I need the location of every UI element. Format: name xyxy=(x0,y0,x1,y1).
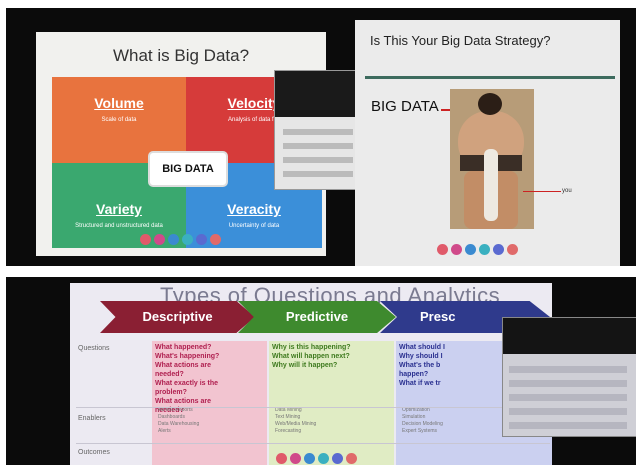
stage-predictive: Predictive xyxy=(238,301,396,333)
toolbar-button[interactable] xyxy=(318,453,329,464)
bottom-photo-panel: Types of Questions and Analytics Descrip… xyxy=(6,277,636,465)
video-participants-overlay[interactable] xyxy=(274,70,364,190)
big-data-label: BIG DATA xyxy=(371,98,439,115)
toolbar-button[interactable] xyxy=(140,234,151,245)
quadrant-label: Volume xyxy=(94,95,144,111)
toolbar-button[interactable] xyxy=(507,244,518,255)
participant-row[interactable] xyxy=(283,129,353,135)
presentation-toolbar xyxy=(437,244,518,255)
predictive-column: Why is this happening? What will happen … xyxy=(269,341,394,465)
toolbar-button[interactable] xyxy=(332,453,343,464)
quadrant-sublabel: Uncertainty of data xyxy=(228,223,280,229)
pointer-line xyxy=(523,191,561,192)
prescriptive-questions: What should I Why should I What's the b … xyxy=(399,344,445,387)
toolbar-button[interactable] xyxy=(276,453,287,464)
descriptive-column: What happened? What's happening? What ac… xyxy=(152,341,267,465)
webcam-video xyxy=(275,71,363,117)
toolbar-button[interactable] xyxy=(304,453,315,464)
you-label: you xyxy=(562,188,572,194)
participant-row[interactable] xyxy=(283,157,353,163)
toolbar-button[interactable] xyxy=(290,453,301,464)
participant-row[interactable] xyxy=(283,143,353,149)
toolbar-button[interactable] xyxy=(210,234,221,245)
toolbar-button[interactable] xyxy=(451,244,462,255)
toolbar-button[interactable] xyxy=(346,453,357,464)
presentation-toolbar xyxy=(276,453,357,464)
stage-descriptive: Descriptive xyxy=(100,301,255,333)
participant-row[interactable] xyxy=(509,408,627,415)
prescriptive-enablers: Optimization Simulation Decision Modelin… xyxy=(402,407,443,434)
big-data-center-label: BIG DATA xyxy=(148,151,228,187)
row-label-questions: Questions xyxy=(78,345,110,352)
row-label-enablers: Enablers xyxy=(78,415,106,422)
toolbar-button[interactable] xyxy=(182,234,193,245)
title-divider xyxy=(365,76,615,79)
predictive-questions: Why is this happening? What will happen … xyxy=(272,344,351,369)
participant-row[interactable] xyxy=(283,171,353,177)
descriptive-enablers: Ad-hoc Reports Dashboards Data Warehousi… xyxy=(158,407,200,434)
toolbar-button[interactable] xyxy=(168,234,179,245)
participant-row[interactable] xyxy=(509,380,627,387)
predictive-enablers: Data Mining Text Mining Web/Media Mining… xyxy=(275,407,317,434)
webcam-video xyxy=(503,318,636,354)
quadrant-label: Veracity xyxy=(227,201,281,217)
row-divider xyxy=(76,443,550,444)
sumo-wrestler-photo xyxy=(450,89,534,229)
top-photo-panel: What is Big Data? Volume Scale of data V… xyxy=(6,8,636,266)
participant-row[interactable] xyxy=(509,394,627,401)
quadrant-label: Variety xyxy=(96,201,142,217)
slide-big-data-strategy: Is This Your Big Data Strategy? BIG DATA… xyxy=(355,20,620,266)
quadrant-sublabel: Structured and unstructured data xyxy=(75,223,163,229)
toolbar-button[interactable] xyxy=(493,244,504,255)
toolbar-button[interactable] xyxy=(154,234,165,245)
toolbar-button[interactable] xyxy=(465,244,476,255)
slide-title: What is Big Data? xyxy=(112,46,250,65)
quadrant-sublabel: Scale of data xyxy=(101,117,137,123)
presentation-toolbar xyxy=(140,234,221,245)
video-participants-overlay[interactable] xyxy=(502,317,636,437)
participant-row[interactable] xyxy=(509,422,627,429)
toolbar-button[interactable] xyxy=(437,244,448,255)
row-divider xyxy=(76,407,550,408)
slide-title: Is This Your Big Data Strategy? xyxy=(370,33,551,48)
toolbar-button[interactable] xyxy=(479,244,490,255)
descriptive-questions: What happened? What's happening? What ac… xyxy=(155,344,220,414)
slide-types-of-questions: Types of Questions and Analytics Descrip… xyxy=(70,283,552,465)
row-label-outcomes: Outcomes xyxy=(78,449,110,456)
toolbar-button[interactable] xyxy=(196,234,207,245)
participant-row[interactable] xyxy=(509,366,627,373)
